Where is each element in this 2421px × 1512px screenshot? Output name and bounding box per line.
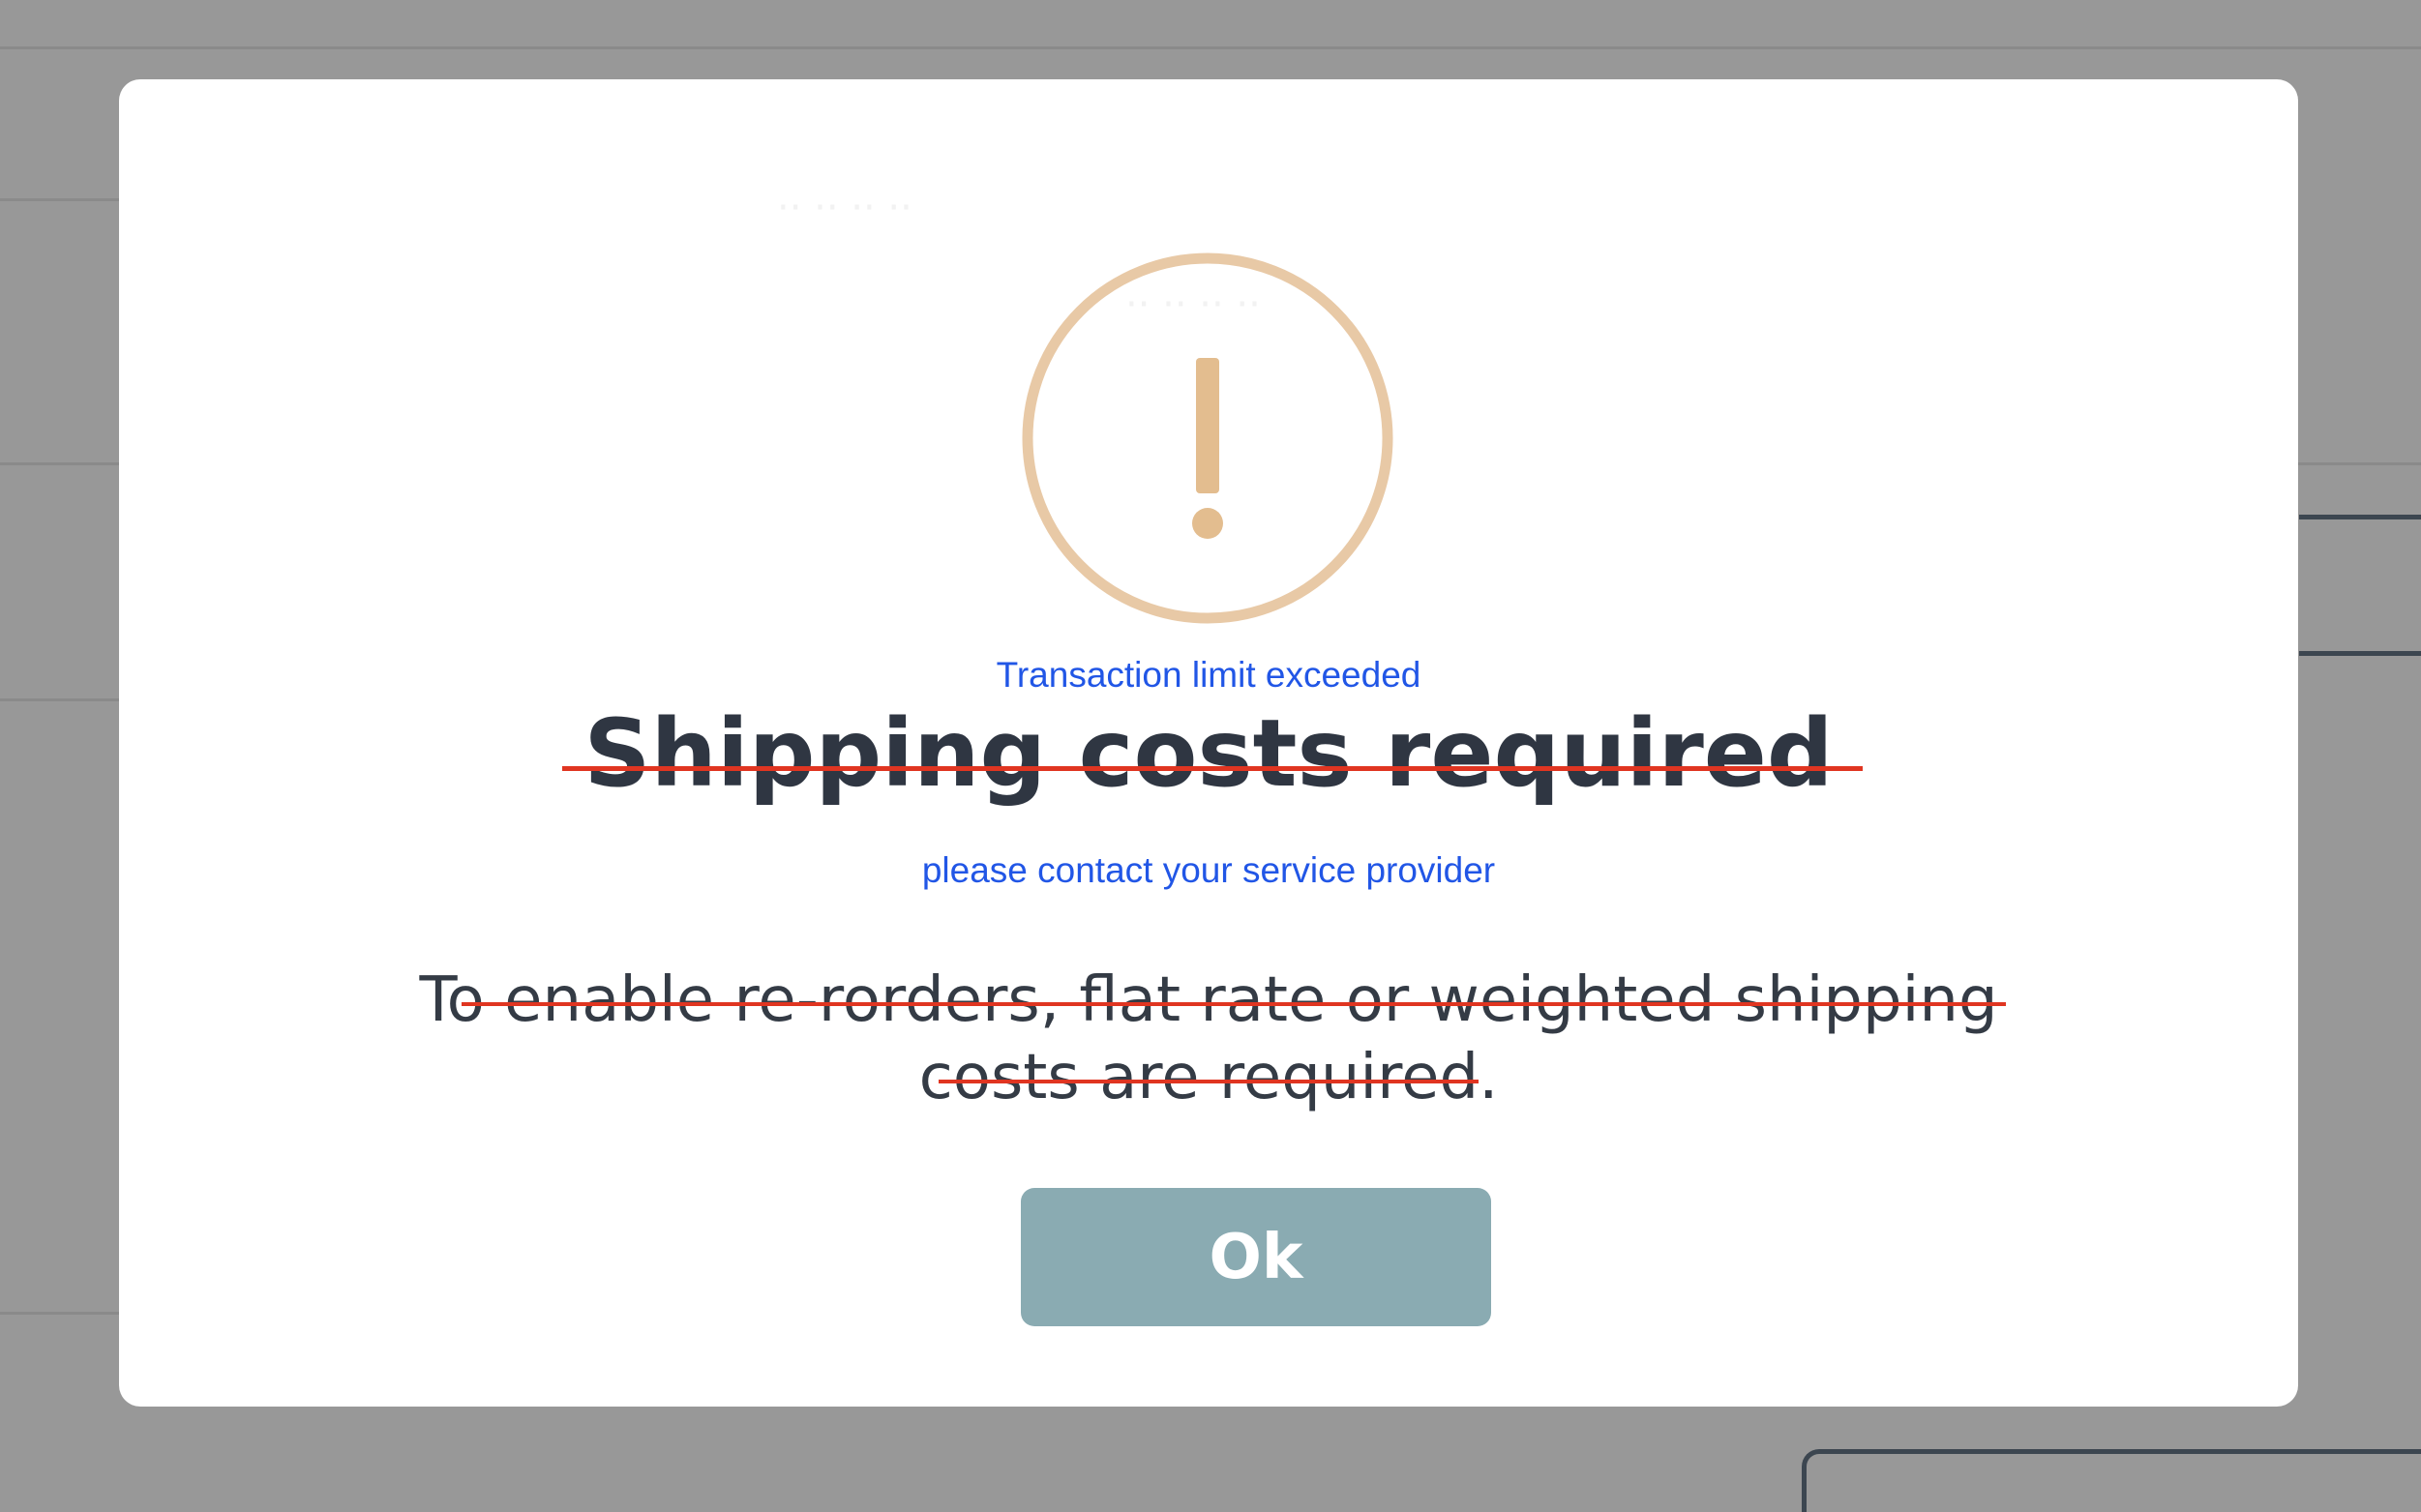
message-struck-part: enable re-rorders, flat rate or weighted… [461, 962, 2006, 1039]
dialog-message: To enable re-rorders, flat rate or weigh… [119, 962, 2298, 1116]
message-suffix: . [1479, 1042, 1499, 1113]
alert-dialog: ·· ·· ·· ·· ·· ·· ·· ·· Transaction limi… [119, 79, 2298, 1407]
background-card [1802, 1449, 2421, 1512]
background-divider [2293, 462, 2421, 465]
message-prefix: To [419, 964, 485, 1036]
title-correction-annotation: Transaction limit exceeded [996, 655, 1421, 695]
dialog-title-text: Shipping costs required [583, 699, 1834, 808]
message-struck-text: costs are required [918, 1042, 1480, 1113]
background-panel-edge [2299, 651, 2421, 656]
exclamation-circle-icon [1021, 252, 1394, 625]
strikethrough-line [461, 1001, 2006, 1006]
background-panel-edge [2299, 515, 2421, 519]
strikethrough-line [938, 1079, 1480, 1083]
dialog-title: Shipping costs required [119, 698, 2298, 810]
message-struck-part: costs are required [918, 1039, 1480, 1116]
background-divider [0, 46, 2421, 49]
background-divider [0, 462, 126, 465]
ok-button-label: Ok [1209, 1221, 1303, 1293]
background-divider [0, 698, 126, 701]
strikethrough-line [562, 766, 1863, 772]
background-divider [0, 198, 126, 201]
dialog-message-line: To enable re-rorders, flat rate or weigh… [119, 962, 2298, 1039]
ok-button[interactable]: Ok [1021, 1188, 1491, 1326]
ghost-text: ·· ·· ·· ·· [777, 186, 912, 230]
background-divider [0, 1312, 126, 1315]
title-text-wrapper: Shipping costs required [562, 698, 1863, 810]
message-correction-annotation: please contact your service provider [921, 850, 1496, 890]
dialog-message-line: costs are required. [119, 1039, 2298, 1116]
message-struck-text: enable re-rorders, flat rate or weighted… [484, 964, 1998, 1036]
